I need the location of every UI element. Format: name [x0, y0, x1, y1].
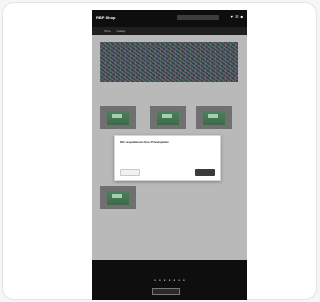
social-icon[interactable]: ● [159, 278, 161, 282]
hero-banner [100, 42, 238, 82]
screenshot-card: RBP Shop ♥ ☰ ■ Home Catalog ● ● ● ● ● ● … [2, 2, 317, 300]
social-icons: ● ● ● ● ● ● ● [92, 278, 247, 282]
product-card[interactable] [196, 106, 232, 131]
site-logo[interactable]: RBP Shop [96, 15, 115, 20]
menu-icon[interactable]: ☰ [235, 14, 239, 20]
decline-button[interactable] [120, 169, 140, 176]
product-card[interactable] [150, 106, 186, 131]
product-image[interactable] [196, 106, 232, 129]
social-icon[interactable]: ● [164, 278, 166, 282]
nav-item-home[interactable]: Home [104, 30, 111, 33]
modal-actions [120, 169, 215, 176]
site-header: RBP Shop ♥ ☰ ■ [92, 10, 247, 27]
cart-icon[interactable]: ■ [241, 14, 243, 20]
social-icon[interactable]: ● [173, 278, 175, 282]
product-card[interactable] [100, 106, 136, 131]
social-icon[interactable]: ● [154, 278, 156, 282]
product-image[interactable] [150, 106, 186, 129]
social-icon[interactable]: ● [169, 278, 171, 282]
cookie-consent-modal: Wir respektieren Ihre Privatsphäre [114, 135, 221, 181]
wishlist-icon[interactable]: ♥ [231, 14, 233, 20]
product-card[interactable] [100, 186, 136, 211]
accept-button[interactable] [195, 169, 215, 176]
modal-title: Wir respektieren Ihre Privatsphäre [120, 140, 169, 144]
product-image[interactable] [100, 186, 136, 209]
nav-item-catalog[interactable]: Catalog [117, 30, 126, 33]
search-input[interactable] [177, 15, 219, 20]
footer-button[interactable] [152, 288, 180, 295]
site-footer: ● ● ● ● ● ● ● [92, 260, 247, 300]
product-image[interactable] [100, 106, 136, 129]
site-nav: Home Catalog [92, 27, 247, 35]
header-icons: ♥ ☰ ■ [231, 14, 243, 20]
social-icon[interactable]: ● [183, 278, 185, 282]
social-icon[interactable]: ● [178, 278, 180, 282]
